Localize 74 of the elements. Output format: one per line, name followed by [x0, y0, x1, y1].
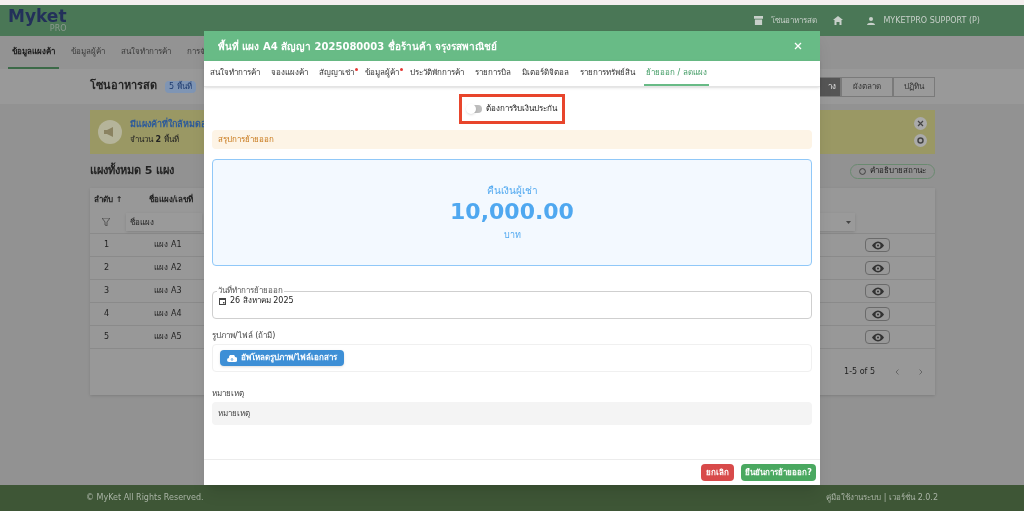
chevron-right-icon[interactable] — [919, 369, 923, 375]
dialog-tab[interactable]: สัญญาเช่า — [317, 61, 356, 86]
zone-count-badge: 5 พื้นที่ — [165, 80, 196, 93]
dialog-title: พื้นที่ แผง A4 สัญญา 2025080003 ชื่อร้านค้า จรุงรสพาณิชย์ — [218, 38, 498, 54]
eye-icon — [871, 309, 884, 319]
date-field[interactable]: วันที่ทำการย้ายออก 26 สิงหาคม 2025 — [212, 287, 812, 319]
nav-tab[interactable]: สนใจทำการค้า — [117, 46, 175, 69]
refund-unit: บาท — [503, 229, 521, 242]
view-button[interactable] — [865, 284, 890, 298]
table-cell-text: 4 — [102, 308, 111, 320]
dialog-tab[interactable]: รายการทรัพย์สิน — [578, 61, 637, 86]
chevron-left-icon[interactable] — [895, 369, 899, 375]
toggle-label: ต้องการริบเงินประกัน — [486, 103, 557, 115]
table-cell-text: 1 — [102, 239, 111, 251]
view-button[interactable] — [865, 261, 890, 275]
table-cell-text: 5 — [102, 331, 111, 343]
eye-icon — [871, 263, 884, 273]
close-icon[interactable] — [914, 117, 927, 130]
refund-label: คืนเงินผู้เช่า — [486, 183, 538, 198]
view-button[interactable]: ผังตลาด — [841, 76, 893, 97]
cloud-upload-icon — [227, 354, 237, 362]
version-link[interactable]: คู่มือใช้งานระบบ | เวอร์ชั่น 2.0.2 — [826, 492, 938, 504]
dialog-tab[interactable]: จองแผงค้า — [269, 61, 310, 86]
dialog-tab[interactable]: ประวัติพักการค้า — [408, 61, 466, 86]
dialog-tab[interactable]: รายการบิล — [473, 61, 513, 86]
nav-tab[interactable]: ข้อมูลผู้ค้า — [67, 46, 109, 69]
upload-label: รูปภาพ/ไฟล์ (ถ้ามี) — [212, 330, 277, 342]
calendar-icon — [219, 297, 226, 305]
upload-button[interactable]: อัพโหลดรูปภาพ/ไฟล์เอกสาร — [220, 350, 344, 366]
column-header[interactable]: ลำดับ ↑ — [90, 193, 126, 206]
deposit-toggle[interactable] — [467, 105, 482, 113]
view-button[interactable] — [865, 238, 890, 252]
refund-amount: 10,000.00 — [450, 197, 574, 225]
banner-text: จำนวน 2 พื้นที่ — [130, 133, 180, 146]
filter-field[interactable]: ชื่อแผง — [126, 213, 202, 231]
eye-icon — [871, 332, 884, 342]
table-cell-text: 3 — [102, 285, 111, 297]
table-cell-text: แผง A1 — [153, 239, 183, 251]
note-label: หมายเหตุ — [212, 388, 245, 400]
dialog-tab[interactable]: ย้ายออก / ลดแผง — [644, 61, 709, 86]
zone-title: โซนอาหารสด — [90, 78, 157, 95]
dialog-tab[interactable]: ข้อมูลผู้ค้า — [363, 61, 401, 86]
zone-link[interactable]: โซนอาหารสด — [771, 14, 818, 27]
date-value: 26 สิงหาคม 2025 — [230, 295, 294, 307]
note-field[interactable]: หมายเหตุ — [212, 402, 812, 425]
logo-text: Myket — [8, 8, 67, 25]
home-icon[interactable] — [833, 16, 844, 25]
caret-icon — [846, 220, 851, 224]
eye-icon — [871, 286, 884, 296]
megaphone-icon — [98, 120, 122, 144]
table-cell-text: 2 — [102, 262, 111, 274]
user-icon — [867, 16, 876, 25]
table-cell-text: แผง A3 — [153, 285, 183, 297]
eye-icon — [871, 240, 884, 250]
view-button[interactable]: ปฏิทิน — [893, 76, 935, 97]
filter-icon[interactable] — [102, 218, 110, 226]
banner-title: มีแผงค้าที่ใกล้หมดอ — [130, 118, 206, 132]
dialog-tab[interactable]: สนใจทำการค้า — [208, 61, 262, 86]
stalls-title: แผงทั้งหมด 5 แผง — [90, 162, 175, 179]
date-field-label: วันที่ทำการย้ายออก — [217, 287, 284, 295]
view-button[interactable] — [865, 330, 890, 344]
cancel-button[interactable]: ยกเลิก — [701, 464, 735, 481]
dialog-tab[interactable]: มิเตอร์ดิจิตอล — [520, 61, 571, 86]
table-cell-text: แผง A5 — [153, 331, 183, 343]
store-icon[interactable] — [754, 16, 764, 25]
user-menu[interactable]: MYKETPRO SUPPORT (P) — [883, 14, 980, 27]
copyright-text: © MyKet All Rights Reserved. — [86, 492, 204, 504]
confirm-button[interactable]: ยืนยันการย้ายออก? — [741, 464, 816, 481]
summary-alert: สรุปการย้ายออก — [212, 130, 812, 149]
pagination-range: 1-5 of 5 — [844, 366, 875, 378]
table-cell-text: แผง A2 — [153, 262, 183, 274]
close-icon[interactable] — [794, 42, 802, 50]
view-button[interactable] — [865, 307, 890, 321]
table-cell-text: แผง A4 — [153, 308, 183, 320]
